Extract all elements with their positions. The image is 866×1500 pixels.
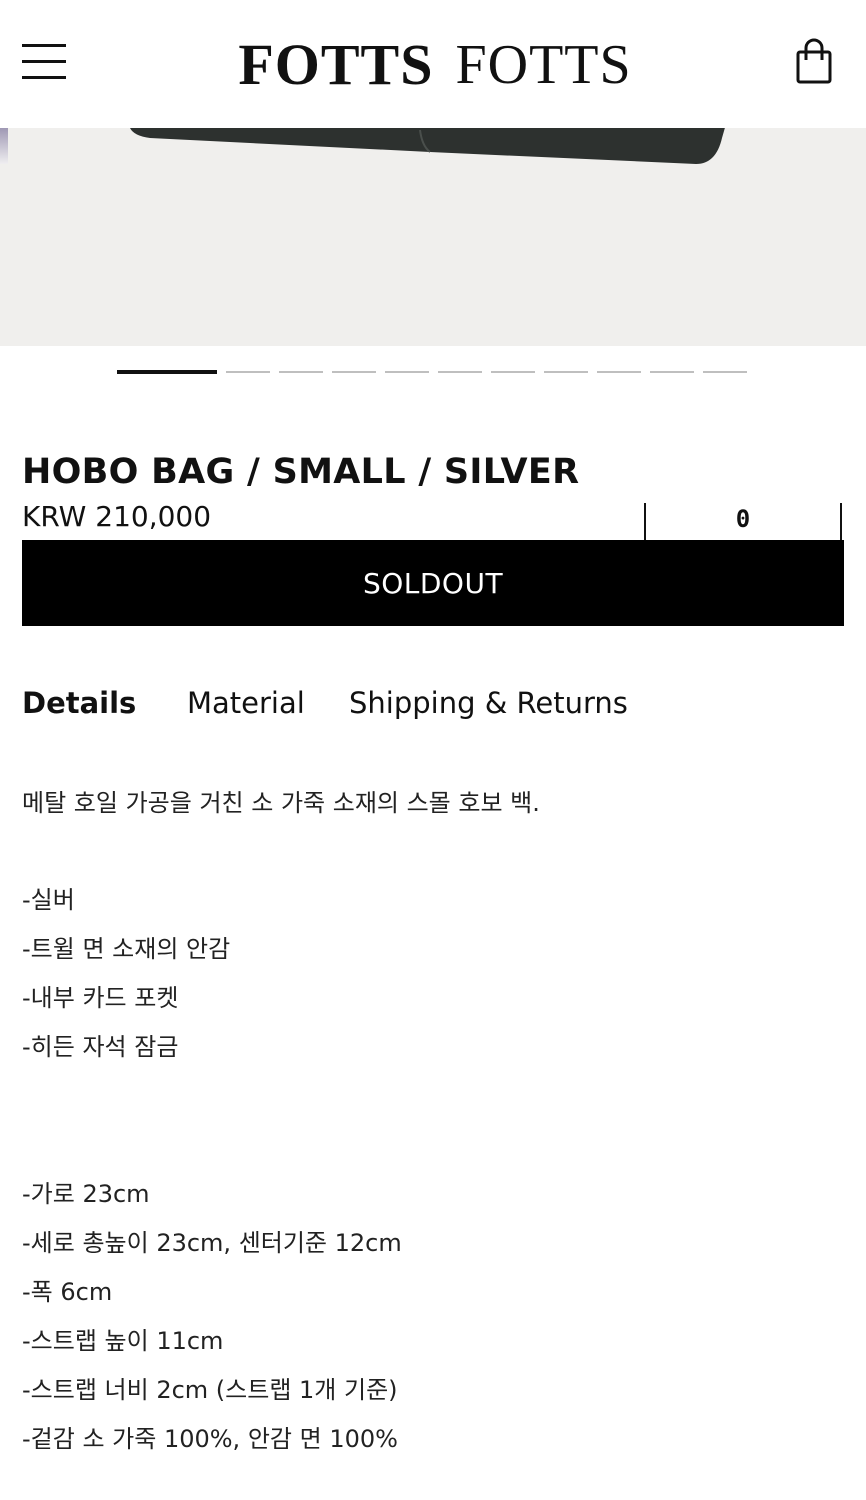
gallery-dot[interactable] [438, 371, 482, 373]
tab-details[interactable]: Details [22, 686, 136, 720]
image-edge [0, 128, 8, 164]
details-intro: 메탈 호일 가공을 거친 소 가죽 소재의 스몰 호보 백. [22, 789, 540, 817]
spec-item: -스트랩 너비 2cm (스트랩 1개 기준) [22, 1376, 398, 1404]
spec-item: -폭 6cm [22, 1278, 113, 1306]
tab-material[interactable]: Material [187, 686, 305, 720]
gallery-dot[interactable] [544, 371, 588, 373]
gallery-dot[interactable] [703, 371, 747, 373]
menu-button[interactable] [22, 42, 68, 82]
cart-button[interactable] [792, 38, 836, 86]
hamburger-menu-icon [22, 44, 66, 47]
quantity-value: 0 [735, 505, 751, 533]
gallery-dot[interactable] [385, 371, 429, 373]
gallery-pagination [0, 370, 866, 376]
feature-item: -내부 카드 포켓 [22, 984, 179, 1012]
logo-word-secondary: FOTTS [455, 34, 632, 96]
gallery-dot-active[interactable] [117, 370, 217, 374]
spec-item: -겉감 소 가죽 100%, 안감 면 100% [22, 1425, 398, 1453]
soldout-button[interactable]: SOLDOUT [22, 540, 844, 626]
gallery-dot[interactable] [332, 371, 376, 373]
spec-item: -스트랩 높이 11cm [22, 1327, 224, 1355]
menu-icon-bar [22, 76, 66, 79]
bag-image-edge [130, 128, 725, 164]
gallery-dot[interactable] [650, 371, 694, 373]
gallery-dot[interactable] [491, 371, 535, 373]
product-title: HOBO BAG / SMALL / SILVER [22, 452, 580, 492]
gallery-dot[interactable] [226, 371, 270, 373]
feature-item: -트윌 면 소재의 안감 [22, 935, 231, 963]
spec-item: -세로 총높이 23cm, 센터기준 12cm [22, 1229, 402, 1257]
logo-word-primary: FOTTS [238, 32, 434, 97]
feature-item: -실버 [22, 886, 75, 914]
shopping-bag-icon [796, 38, 832, 84]
spec-item: -가로 23cm [22, 1180, 150, 1208]
feature-item: -히든 자석 잠금 [22, 1033, 179, 1061]
tab-shipping-returns[interactable]: Shipping & Returns [349, 686, 628, 720]
product-price: KRW 210,000 [22, 500, 212, 533]
menu-icon-bar [22, 60, 66, 63]
site-header: FOTTS FOTTS [0, 0, 866, 128]
gallery-dot[interactable] [597, 371, 641, 373]
product-image[interactable] [0, 128, 866, 346]
brand-logo[interactable]: FOTTS FOTTS [200, 34, 670, 96]
gallery-dot[interactable] [279, 371, 323, 373]
